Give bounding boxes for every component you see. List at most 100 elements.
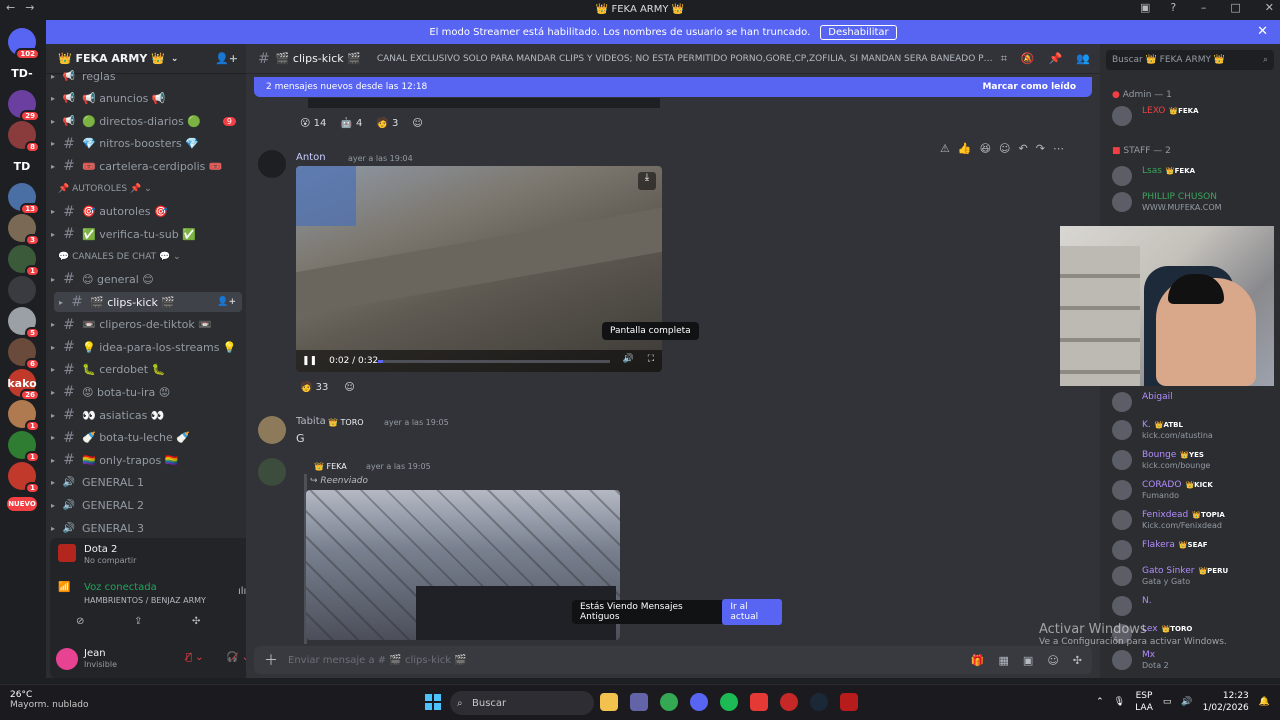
more-icon[interactable]: ⋯ [1053,142,1064,155]
server-icon[interactable]: 1 [8,431,40,463]
channel-topic[interactable]: CANAL EXCLUSIVO SOLO PARA MANDAR CLIPS Y… [377,54,997,64]
server-icon[interactable]: kako 26 [7,369,40,401]
dota-icon[interactable] [840,693,858,711]
chrome-icon[interactable] [660,693,678,711]
channel-item[interactable]: ▸ # 😡 bota-tu-ira 😡 [46,382,246,402]
weather-widget[interactable]: 26°C Mayorm. nublado [10,690,89,710]
composer-placeholder[interactable]: Enviar mensaje a # 🎬 clips-kick 🎬 [288,655,467,666]
app-icon[interactable] [750,693,768,711]
forward-button[interactable]: → [25,1,34,14]
file-explorer-icon[interactable] [600,693,618,711]
reaction-1[interactable]: 😮 14 [300,118,326,129]
apps-icon[interactable]: ✣ [1073,654,1082,667]
mute-icon[interactable]: 🎙̸ ⌄ [186,652,204,663]
search-input[interactable]: Buscar 👑 FEKA ARMY 👑 ⌕ [1106,50,1274,70]
clock[interactable]: 12:23 1/02/2026 [1203,690,1249,714]
member-item[interactable]: CORADO 👑KICK Fumando [1112,478,1278,504]
camera-off-icon[interactable]: ⊘ [76,616,84,627]
channel-item[interactable]: ▸ 🔊 GENERAL 3 [46,518,246,538]
avatar[interactable] [258,458,286,486]
member-item[interactable]: Abigail [1112,390,1278,416]
channel-item[interactable]: ▸ 📢 reglas [46,66,246,86]
avatar[interactable] [258,150,286,178]
forward-icon[interactable]: ↷ [1036,142,1045,155]
app-icon[interactable] [780,693,798,711]
reaction-3[interactable]: 🧑 3 [376,118,398,129]
volume-icon[interactable]: 🔊 [1181,697,1192,707]
server-icon[interactable]: 102 [8,28,40,60]
threads-icon[interactable]: ⌗ [1001,52,1007,66]
teams-icon[interactable] [630,693,648,711]
new-messages-bar[interactable]: 2 mensajes nuevos desde las 12:18 Marcar… [254,77,1092,97]
channel-item[interactable]: ▸ # 🏳️‍🌈 only-trapos 🏳️‍🌈 [46,450,246,470]
channel-item[interactable]: ▸ # 💡 idea-para-los-streams 💡 [46,337,246,357]
pin-icon[interactable]: 📌 [1049,52,1063,66]
discord-icon[interactable] [690,693,708,711]
reaction-2[interactable]: 🤖 4 [340,118,362,129]
member-item[interactable]: PHILLIP CHUSON WWW.MUFEKA.COM [1112,190,1278,216]
start-icon[interactable] [424,693,442,711]
reaction-quick-1[interactable]: ⚠ [940,142,950,155]
channel-item[interactable]: ▸ # 😊 general 😊 [46,269,246,289]
channel-item[interactable]: ▸ # ✅ verifica-tu-sub ✅ [46,224,246,244]
channel-category[interactable]: 💬 CANALES DE CHAT 💬 ⌄ [58,252,181,262]
close-banner-icon[interactable]: ✕ [1257,24,1268,39]
server-icon[interactable] [8,276,36,304]
server-icon[interactable]: NUEVO [7,497,37,511]
avatar[interactable] [258,416,286,444]
message-author[interactable]: Anton [296,152,326,163]
minimize-button[interactable]: – [1201,1,1207,14]
steam-icon[interactable] [810,693,828,711]
back-button[interactable]: ← [6,1,15,14]
server-icon[interactable]: 1 [8,245,40,277]
spotify-icon[interactable] [720,693,738,711]
member-item[interactable]: Lsas 👑FEKA [1112,164,1278,190]
member-item[interactable]: Fenixdead 👑TOPIA Kick.com/Fenixdead [1112,508,1278,534]
help-icon[interactable]: ? [1170,1,1176,14]
server-icon[interactable]: 5 [8,307,40,339]
server-icon[interactable]: TD [8,152,36,180]
invite-icon[interactable]: 👤+ [217,297,236,307]
video-progress[interactable] [378,360,610,363]
add-attachment-icon[interactable]: ＋ [254,650,288,670]
channel-category[interactable]: 📌 AUTOROLES 📌 ⌄ [58,184,152,194]
voice-status[interactable]: Voz conectada [84,582,157,593]
channel-item[interactable]: ▸ # 🎟️ cartelera-cerdipolis 🎟️ [46,156,246,176]
channel-item[interactable]: ▸ # 🍼 bota-tu-leche 🍼 [46,428,246,448]
taskbar-search[interactable]: ⌕ Buscar [450,691,594,715]
channel-item[interactable]: ▸ # 📼 cliperos-de-tiktok 📼 [46,315,246,335]
server-icon[interactable]: 1 [8,400,40,432]
member-item[interactable]: Mx Dota 2 [1112,648,1278,674]
sticker-icon[interactable]: ▣ [1023,654,1033,667]
network-icon[interactable]: ▭ [1163,697,1172,707]
maximize-button[interactable]: □ [1230,1,1240,14]
channel-item[interactable]: ▸ 🔊 GENERAL 2 [46,495,246,515]
channel-item[interactable]: ▸ 📢 📢 anuncios 📢 [46,89,246,109]
gift-icon[interactable]: 🎁 [971,654,985,667]
activities-icon[interactable]: ✣ [192,616,200,627]
server-icon[interactable]: 8 [8,121,40,153]
server-icon[interactable]: TD- [8,59,36,87]
language-indicator[interactable]: ESP LAA [1135,690,1153,714]
channel-item[interactable]: ▸ # 👀 asiaticas 👀 [46,405,246,425]
server-icon[interactable]: 1 [8,462,40,494]
pause-icon[interactable]: ❚❚ [302,356,317,366]
invite-icon[interactable]: 👤+ [215,52,238,65]
reaction-quick-2[interactable]: 👍 [958,142,972,155]
add-reaction-icon[interactable]: ☺ [412,118,422,129]
gif-icon[interactable]: ▦ [999,654,1009,667]
close-window-button[interactable]: ✕ [1265,1,1274,14]
message-composer[interactable]: ＋ Enviar mensaje a # 🎬 clips-kick 🎬 🎁 ▦ … [254,646,1092,674]
screenshare-icon[interactable]: ⇪ [134,616,142,627]
add-reaction-icon[interactable]: ☺ [344,382,354,393]
member-item[interactable]: Gato Sinker 👑PERU Gata y Gato [1112,564,1278,590]
mark-read-button[interactable]: Marcar como leído [982,82,1076,92]
channel-item[interactable]: ▸ 📢 🟢 directos-diarios 🟢 9 [46,111,246,131]
server-icon[interactable]: 13 [8,183,40,215]
member-item[interactable]: Bounge 👑YES kick.com/bounge [1112,448,1278,474]
channel-item[interactable]: ▸ 🔊 GENERAL 1 [46,473,246,493]
reply-icon[interactable]: ↶ [1019,142,1028,155]
server-icon[interactable]: 29 [8,90,40,122]
voice-location[interactable]: HAMBRIENTOS / BENJAZ ARMY [84,596,206,605]
mic-icon[interactable]: 🎙 [1114,697,1125,707]
